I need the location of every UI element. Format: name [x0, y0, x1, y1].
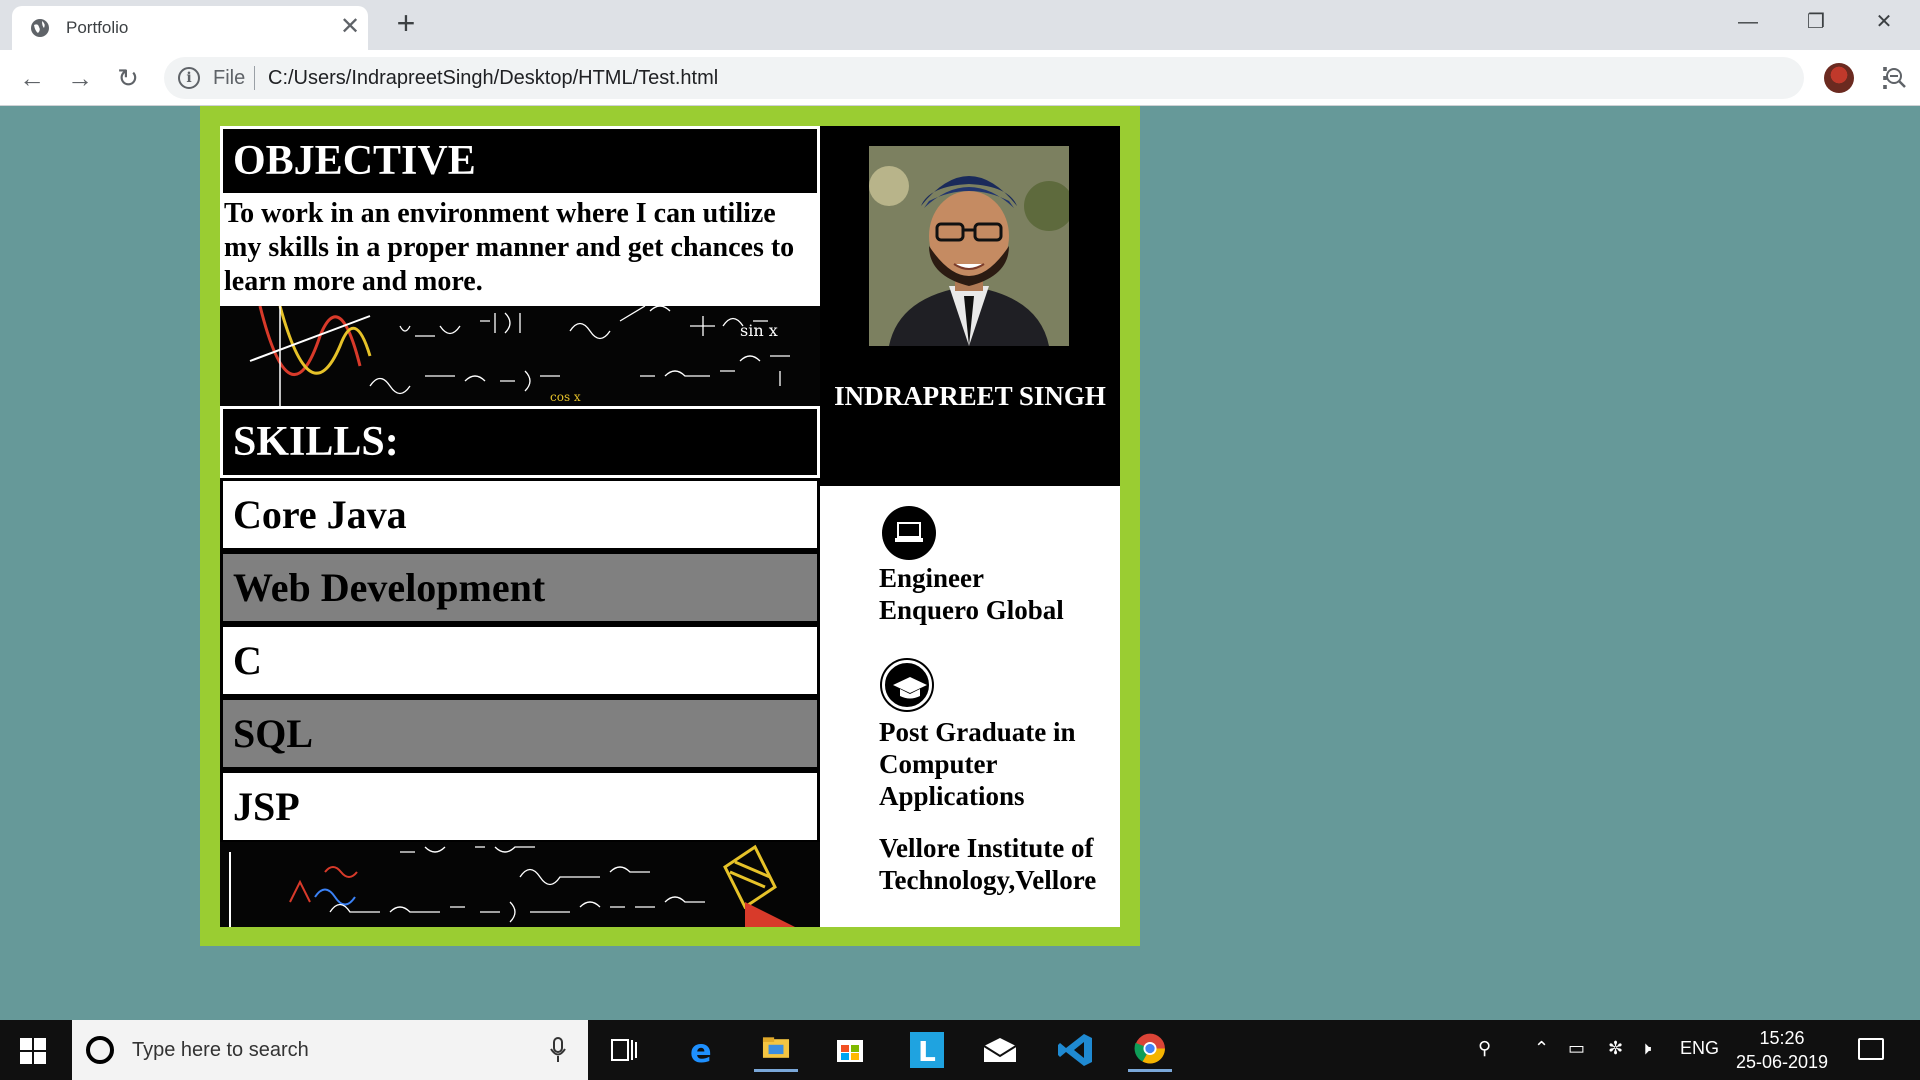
minimize-button[interactable]: —	[1718, 4, 1778, 40]
resume-frame: OBJECTIVE To work in an environment wher…	[200, 106, 1140, 946]
skill-web-development: Web Development	[220, 551, 820, 624]
education-degree-line3: Applications	[879, 781, 1025, 811]
url-scheme: File	[213, 67, 246, 89]
clock[interactable]: 15:26 25-06-2019	[1734, 1026, 1830, 1074]
clock-time: 15:26	[1759, 1028, 1805, 1048]
windows-start-icon[interactable]	[20, 1038, 46, 1064]
close-window-button[interactable]: ✕	[1854, 4, 1914, 40]
job-company: Enquero Global	[879, 595, 1064, 625]
taskbar-search-placeholder[interactable]: Type here to search	[132, 1039, 309, 1062]
taskbar-search-box[interactable]: Type here to search	[72, 1020, 588, 1080]
task-view-icon[interactable]	[602, 1028, 646, 1072]
microphone-icon[interactable]	[550, 1036, 566, 1064]
edge-browser-icon[interactable]: e	[680, 1028, 724, 1072]
vscode-icon[interactable]	[1054, 1028, 1098, 1072]
svg-text:cos x: cos x	[550, 390, 581, 404]
back-button[interactable]: ←	[14, 60, 50, 96]
browser-toolbar: ← → ↻ i File C:/Users/IndrapreetSingh/De…	[0, 50, 1920, 106]
objective-heading: OBJECTIVE	[220, 126, 820, 196]
url-divider	[254, 66, 255, 90]
profile-avatar[interactable]	[1824, 63, 1854, 93]
file-explorer-icon[interactable]	[754, 1028, 798, 1072]
cortana-icon[interactable]	[86, 1036, 114, 1064]
action-center-icon[interactable]	[1858, 1038, 1884, 1060]
maximize-button[interactable]: ❐	[1786, 4, 1846, 40]
left-column: OBJECTIVE To work in an environment wher…	[220, 126, 820, 927]
tab-portfolio[interactable]: Portfolio ✕	[12, 6, 368, 50]
windows-taskbar: Type here to search e L ⚲ ⌃ ▭ ✼ 🕨 ENG 15…	[0, 1020, 1920, 1080]
person-name: INDRAPREET SINGH	[834, 381, 1106, 411]
microsoft-store-icon[interactable]	[828, 1028, 872, 1072]
math-chalkboard-image: sin x cos x	[220, 306, 820, 406]
reload-button[interactable]: ↻	[110, 60, 146, 96]
math-chalkboard-image-bottom	[220, 842, 820, 927]
globe-icon	[31, 19, 49, 37]
job-title: Engineer	[879, 563, 984, 593]
education-institute-line2: Technology,Vellore	[879, 865, 1097, 895]
skill-sql: SQL	[220, 697, 820, 770]
app-l-icon[interactable]: L	[904, 1028, 948, 1072]
address-bar[interactable]: i File C:/Users/IndrapreetSingh/Desktop/…	[164, 57, 1906, 99]
battery-icon[interactable]: ▭	[1568, 1038, 1585, 1059]
svg-text:e: e	[690, 1032, 712, 1070]
right-column: INDRAPREET SINGH Engineer Enquero Global…	[820, 126, 1120, 927]
education-degree-line1: Post Graduate in	[879, 717, 1076, 747]
objective-text: To work in an environment where I can ut…	[220, 196, 820, 306]
input-language[interactable]: ENG	[1680, 1038, 1719, 1059]
people-icon[interactable]: ⚲	[1478, 1038, 1491, 1059]
wifi-icon[interactable]: ✼	[1608, 1038, 1623, 1059]
info-icon[interactable]: i	[178, 67, 200, 89]
chrome-icon[interactable]	[1128, 1028, 1172, 1072]
profile-photo	[869, 146, 1069, 346]
tab-title: Portfolio	[66, 18, 129, 37]
tab-strip: Portfolio ✕ + — ❐ ✕	[0, 0, 1920, 50]
education-institute-line1: Vellore Institute of	[879, 833, 1094, 863]
skills-heading: SKILLS:	[220, 406, 820, 478]
skill-c: C	[220, 624, 820, 697]
education-degree-line2: Computer	[879, 749, 998, 779]
url-text[interactable]: C:/Users/IndrapreetSingh/Desktop/HTML/Te…	[268, 67, 718, 90]
svg-text:L: L	[918, 1035, 936, 1068]
laptop-icon	[882, 506, 936, 560]
new-tab-button[interactable]: +	[390, 7, 422, 40]
svg-text:sin x: sin x	[740, 321, 778, 340]
close-tab-icon[interactable]: ✕	[337, 14, 363, 40]
show-hidden-icons-chevron-up-icon[interactable]: ⌃	[1534, 1038, 1549, 1059]
clock-date: 25-06-2019	[1735, 1052, 1829, 1072]
profile-header: INDRAPREET SINGH	[820, 126, 1120, 486]
forward-button[interactable]: →	[62, 60, 98, 96]
mail-icon[interactable]	[978, 1028, 1022, 1072]
browser-menu-icon[interactable]: ⋮	[1872, 62, 1898, 92]
skill-jsp: JSP	[220, 770, 820, 843]
volume-icon[interactable]: 🕨	[1640, 1038, 1651, 1059]
graduation-cap-icon	[882, 660, 932, 710]
skill-core-java: Core Java	[220, 478, 820, 551]
